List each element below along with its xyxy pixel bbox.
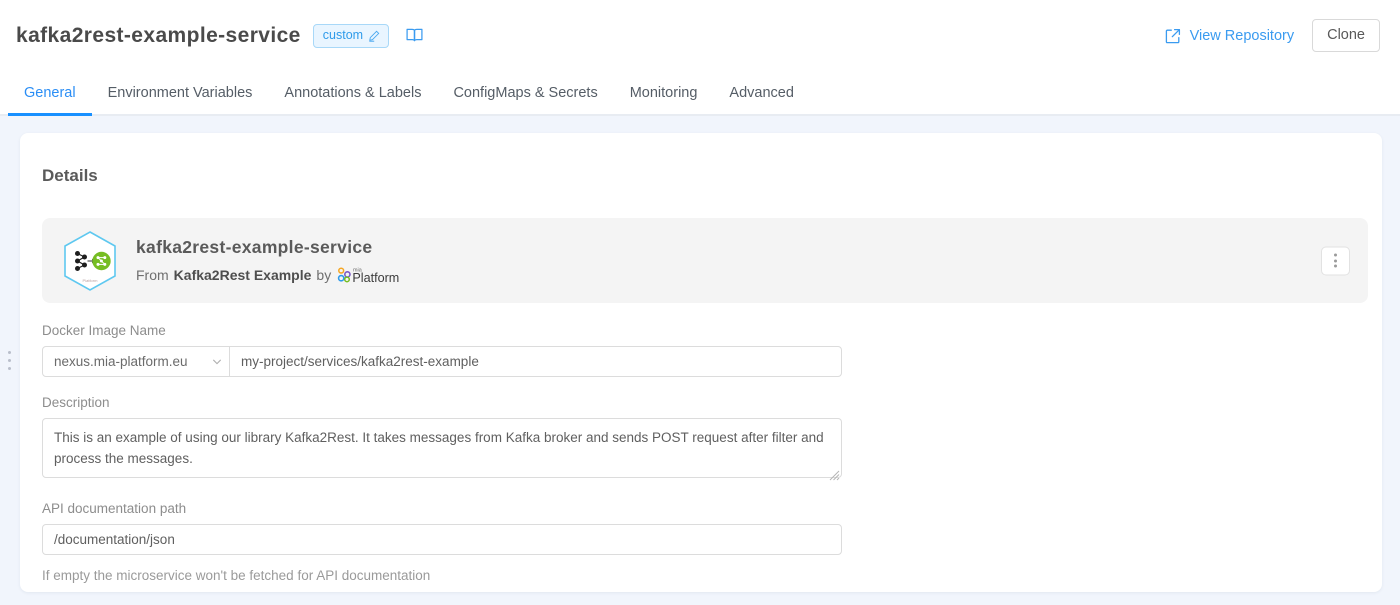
- page-header: kafka2rest-example-service custom View R…: [0, 0, 1400, 71]
- clone-button[interactable]: Clone: [1312, 19, 1380, 52]
- drag-dot: [8, 351, 11, 354]
- details-form: Docker Image Name nexus.mia-platform.eu …: [42, 323, 1362, 592]
- book-icon[interactable]: [405, 26, 424, 45]
- tab-configmaps-secrets[interactable]: ConfigMaps & Secrets: [437, 71, 613, 114]
- description-textarea-wrapper: This is an example of using our library …: [42, 418, 842, 483]
- docker-image-label: Docker Image Name: [42, 323, 1362, 338]
- description-field-group: Description This is an example of using …: [42, 395, 1362, 483]
- content-canvas: Details: [0, 116, 1400, 605]
- service-origin: From Kafka2Rest Example by mia Platform: [136, 265, 414, 285]
- external-link-icon: [1165, 28, 1181, 44]
- api-doc-path-label: API documentation path: [42, 501, 1362, 516]
- header-right-group: View Repository Clone: [1165, 19, 1380, 52]
- description-textarea[interactable]: This is an example of using our library …: [42, 418, 842, 478]
- api-doc-path-input[interactable]: [42, 524, 842, 555]
- details-card: Details: [20, 133, 1382, 592]
- mia-platform-logo-icon: mia Platform: [336, 265, 414, 285]
- service-name: kafka2rest-example-service: [136, 237, 414, 258]
- tab-annotations-labels[interactable]: Annotations & Labels: [268, 71, 437, 114]
- docker-registry-value: nexus.mia-platform.eu: [54, 354, 188, 369]
- kafka2rest-hexagon-logo-icon: Platform: [62, 230, 118, 292]
- docker-registry-select[interactable]: nexus.mia-platform.eu: [43, 347, 230, 376]
- pencil-icon: [368, 30, 380, 42]
- service-from-prefix: From: [136, 267, 169, 283]
- service-source-name: Kafka2Rest Example: [174, 267, 312, 283]
- service-summary-banner: Platform kafka2rest-example-service From…: [42, 218, 1368, 303]
- service-kebab-menu-button[interactable]: [1321, 246, 1350, 275]
- svg-text:Platform: Platform: [353, 271, 400, 285]
- drag-dot: [8, 359, 11, 362]
- kebab-dot: [1334, 254, 1337, 257]
- tab-monitoring[interactable]: Monitoring: [614, 71, 714, 114]
- view-repository-label: View Repository: [1190, 28, 1295, 44]
- tab-advanced[interactable]: Advanced: [713, 71, 810, 114]
- docker-image-path-input[interactable]: [230, 347, 841, 376]
- custom-type-badge[interactable]: custom: [313, 24, 389, 48]
- kebab-dot: [1334, 265, 1337, 268]
- description-label: Description: [42, 395, 1362, 410]
- svg-text:Platform: Platform: [83, 278, 99, 283]
- tab-general[interactable]: General: [8, 71, 92, 114]
- view-repository-link[interactable]: View Repository: [1165, 28, 1295, 44]
- chevron-down-icon: [212, 357, 222, 367]
- docker-image-input-row: nexus.mia-platform.eu: [42, 346, 842, 377]
- api-doc-path-field-group: API documentation path If empty the micr…: [42, 501, 1362, 583]
- api-doc-path-helper-text: If empty the microservice won't be fetch…: [42, 568, 1362, 583]
- page-title: kafka2rest-example-service: [16, 24, 301, 48]
- panel-resize-handle[interactable]: [0, 116, 18, 605]
- tab-environment-variables[interactable]: Environment Variables: [92, 71, 269, 114]
- drag-dot: [8, 367, 11, 370]
- tab-bar: General Environment Variables Annotation…: [0, 71, 1400, 116]
- service-text-group: kafka2rest-example-service From Kafka2Re…: [136, 237, 414, 285]
- kebab-dot: [1334, 259, 1337, 262]
- details-card-title: Details: [42, 166, 1382, 186]
- docker-image-field-group: Docker Image Name nexus.mia-platform.eu: [42, 323, 1362, 377]
- header-left-group: kafka2rest-example-service custom: [16, 24, 1165, 48]
- service-by-label: by: [316, 267, 331, 283]
- custom-badge-label: custom: [323, 29, 363, 42]
